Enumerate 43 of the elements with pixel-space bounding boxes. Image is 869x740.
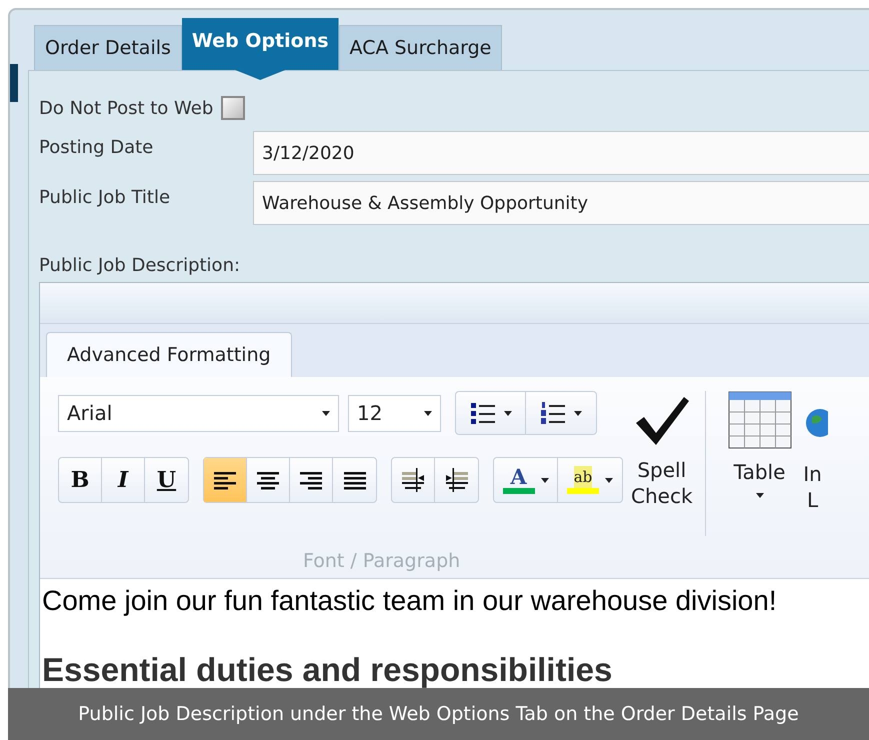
tab[interactable]: Order Details [34,25,182,70]
spell-check-button[interactable]: Spell Check [631,395,693,509]
font-dropdown[interactable]: Arial [58,394,339,432]
field-label: Public Job Title [39,186,172,208]
caret-icon [540,478,548,482]
caption: Public Job Description under the Web Options Tab on the Order Details Page [8,688,869,740]
content-paragraph: Come join our fun fantastic team in our warehouse division! [42,585,778,617]
align-right-icon [299,470,323,490]
indent-icon [444,467,468,493]
font-color-button[interactable]: A [494,458,558,502]
outdent-icon [401,467,425,493]
bold-button[interactable]: B [59,458,102,502]
field-label: Posting Date [39,136,154,158]
caret-icon [605,478,613,482]
checkmark-icon [634,395,690,447]
highlight-button[interactable]: ab [558,458,622,502]
numbered-list-icon [540,400,568,426]
italic-button[interactable]: I [102,458,145,502]
content-heading: Essential duties and responsibilities [42,651,614,689]
tab[interactable]: ACA Surcharge [338,25,502,70]
checkbox[interactable] [221,96,246,120]
ribbon-tab[interactable]: Advanced Formatting [46,332,292,377]
align-left-button[interactable] [204,458,247,502]
align-center-icon [256,470,280,490]
field-label: Do Not Post to Web [39,98,214,118]
side-marker [10,64,18,102]
link-button[interactable]: In L [798,403,828,513]
table-icon [728,391,792,449]
caret-icon [322,410,330,416]
caret-icon [574,410,582,416]
caret-icon [756,493,764,498]
size-dropdown[interactable]: 12 [348,394,441,432]
field-label: Public Job Description: [39,255,242,276]
align-left-icon [213,470,237,490]
underline-button[interactable]: U [145,458,188,502]
align-justify-icon [342,470,366,490]
caret-icon [504,410,512,416]
group-label: Font / Paragraph [303,550,462,572]
input-field[interactable]: 3/12/2020 [253,131,869,175]
caret-icon [424,410,432,416]
input-field[interactable]: Warehouse & Assembly Opportunity [253,181,869,225]
table-button[interactable]: Table [728,391,792,498]
bullet-list-icon [470,400,498,426]
